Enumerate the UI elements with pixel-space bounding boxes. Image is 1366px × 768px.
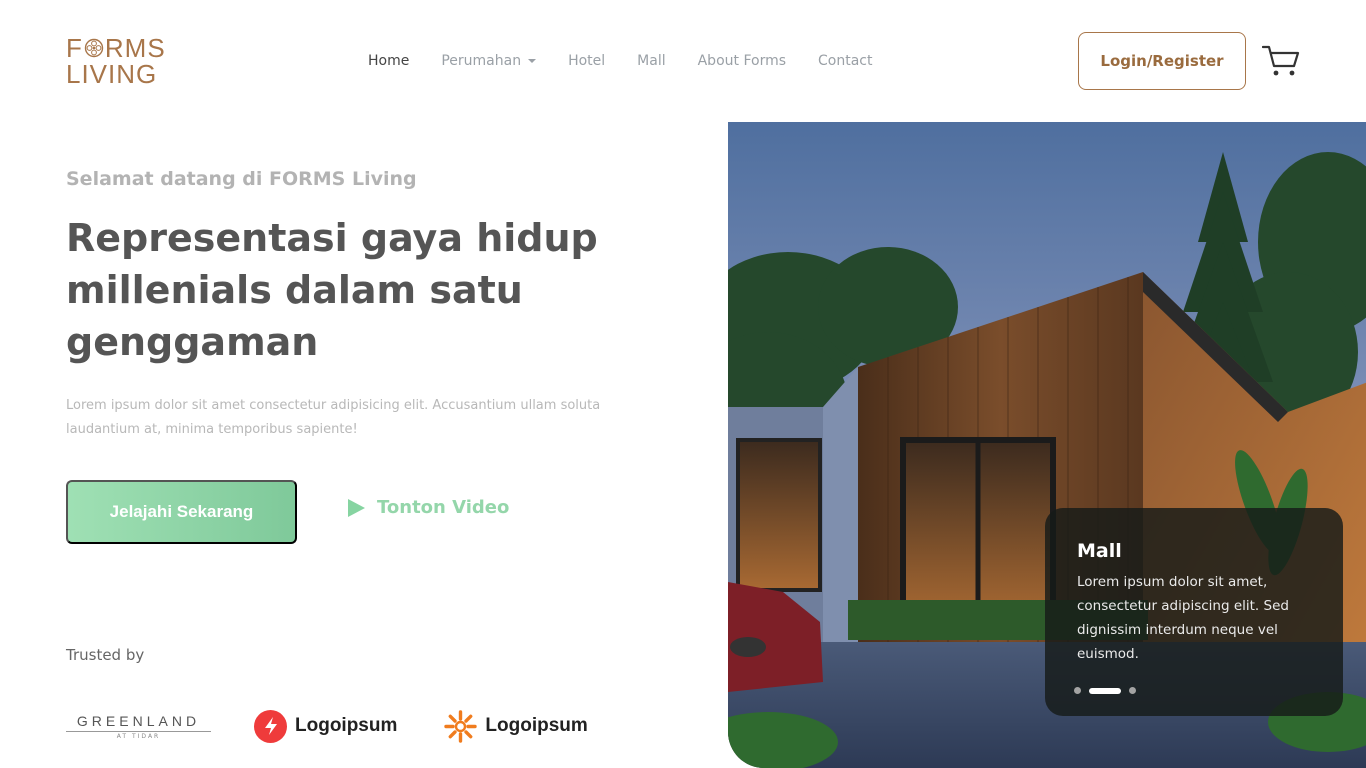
logoipsum-logo-orange: Logoipsum xyxy=(444,709,588,743)
hero-eyebrow: Selamat datang di FORMS Living xyxy=(66,168,417,190)
nav-perumahan[interactable]: Perumahan xyxy=(441,53,537,69)
nav-home[interactable]: Home xyxy=(368,53,409,69)
login-register-button[interactable]: Login/Register xyxy=(1078,32,1246,90)
nav-contact[interactable]: Contact xyxy=(818,53,872,69)
play-icon xyxy=(348,498,365,517)
flower-emblem-icon xyxy=(84,38,104,58)
trusted-by-label: Trusted by xyxy=(66,646,145,664)
logo-word-living: LIVING xyxy=(66,59,158,89)
logo-letter-f: F xyxy=(66,33,83,63)
logoipsum-orange-name: Logoipsum xyxy=(485,715,588,736)
slide-title: Mall xyxy=(1077,540,1122,562)
logoipsum-logo-red: Logoipsum xyxy=(254,709,398,743)
logo-word-rms: RMS xyxy=(104,33,166,63)
nav-about-forms[interactable]: About Forms xyxy=(698,53,786,69)
watch-video-label: Tonton Video xyxy=(377,497,510,518)
main-nav: Home Perumahan Hotel Mall About Forms Co… xyxy=(368,50,904,72)
slide-dot-3[interactable] xyxy=(1129,687,1136,694)
shopping-cart-icon[interactable] xyxy=(1262,42,1300,78)
greenland-subtitle: AT TIDAR xyxy=(66,730,211,740)
nav-mall[interactable]: Mall xyxy=(637,53,665,69)
slide-indicator xyxy=(1074,687,1136,694)
slide-dot-2[interactable] xyxy=(1089,687,1121,694)
slide-dot-1[interactable] xyxy=(1074,687,1081,694)
slide-info-card: Mall Lorem ipsum dolor sit amet, consect… xyxy=(1045,508,1343,716)
nav-perumahan-label: Perumahan xyxy=(441,53,522,69)
watch-video-link[interactable]: Tonton Video xyxy=(348,497,509,518)
nav-hotel[interactable]: Hotel xyxy=(568,53,605,69)
slide-description: Lorem ipsum dolor sit amet, consectetur … xyxy=(1077,574,1289,662)
hero-headline: Representasi gaya hidup millenials dalam… xyxy=(66,216,598,364)
explore-now-button[interactable]: Jelajahi Sekarang xyxy=(66,480,297,544)
bolt-icon xyxy=(254,709,287,743)
greenland-logo: GREENLAND AT TIDAR xyxy=(66,713,211,740)
partner-logos: GREENLAND AT TIDAR Logoipsum Logoipsum xyxy=(66,704,588,748)
logoipsum-red-name: Logoipsum xyxy=(295,715,398,736)
caret-down-icon xyxy=(528,59,537,63)
sunburst-icon xyxy=(444,709,478,743)
hero-description: Lorem ipsum dolor sit amet consectetur a… xyxy=(66,398,601,437)
brand-logo[interactable]: F RMS LIVING xyxy=(66,33,170,89)
greenland-name: GREENLAND xyxy=(76,712,201,729)
